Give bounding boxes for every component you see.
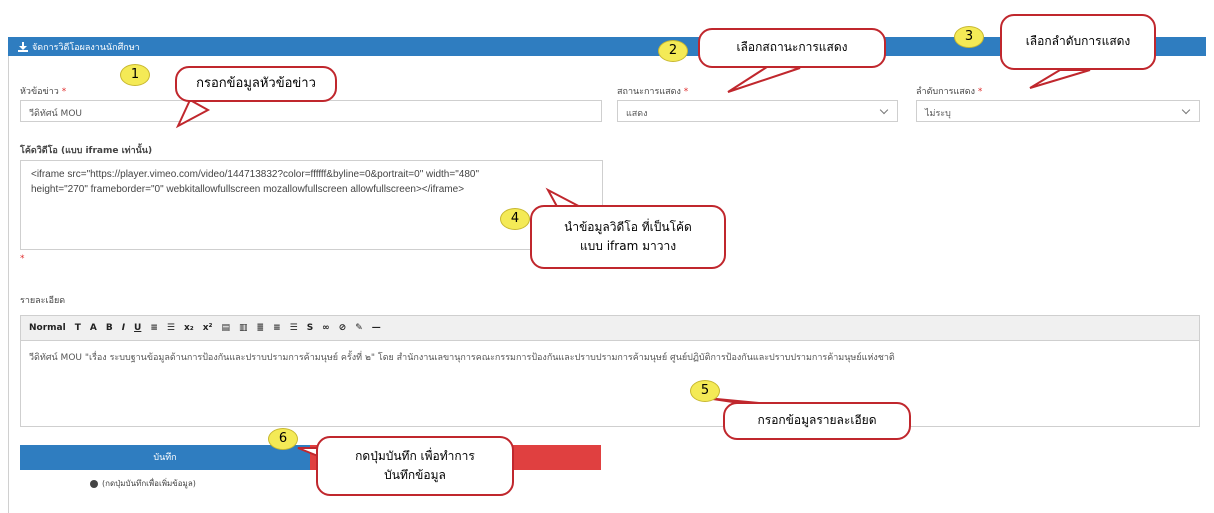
step-badge-1: 1	[120, 64, 150, 86]
detail-label: รายละเอียด	[20, 296, 66, 306]
download-icon	[18, 42, 28, 52]
callout-4: นำข้อมูลวิดีโอ ที่เป็นโค้ด แบบ ifram มาว…	[530, 205, 726, 269]
step-badge-4: 4	[500, 208, 530, 230]
required-mark: *	[977, 87, 983, 97]
headline-input[interactable]: วีดิทัศน์ MOU	[20, 100, 602, 122]
status-value: แสดง	[626, 109, 648, 119]
toolbar-button[interactable]: x₂	[184, 323, 194, 333]
panel-title: จัดการวิดีโอผลงานนักศึกษา	[18, 40, 140, 54]
toolbar-button[interactable]: ✎	[355, 323, 363, 333]
save-button[interactable]: บันทึก	[20, 445, 310, 470]
callout-3-text: เลือกลำดับการแสดง	[1025, 34, 1131, 49]
callout-2: เลือกสถานะการแสดง	[698, 28, 886, 68]
callout-5-text: กรอกข้อมูลรายละเอียด	[757, 413, 877, 428]
order-label-text: ลำดับการแสดง	[916, 87, 975, 97]
callout-6-line1: กดปุ่มบันทึก เพื่อทำการ	[355, 448, 475, 463]
callout-6: กดปุ่มบันทึก เพื่อทำการ บันทึกข้อมูล	[316, 436, 514, 496]
step-badge-2: 2	[658, 40, 688, 62]
panel-title-text: จัดการวิดีโอผลงานนักศึกษา	[32, 43, 140, 53]
callout-1: กรอกข้อมูลหัวข้อข่าว	[175, 66, 337, 102]
callout-3-tail	[1029, 69, 1091, 89]
step-badge-6: 6	[268, 428, 298, 450]
callout-3: เลือกลำดับการแสดง	[1000, 14, 1156, 70]
chevron-down-icon	[1181, 105, 1191, 115]
toolbar-button[interactable]: S	[307, 323, 313, 333]
callout-6-line2: บันทึกข้อมูล	[384, 468, 446, 482]
callout-2-text: เลือกสถานะการแสดง	[736, 40, 848, 55]
step-badge-3: 3	[954, 26, 984, 48]
info-icon	[90, 479, 98, 488]
required-mark: *	[20, 254, 25, 264]
format-select[interactable]: Normal	[29, 323, 66, 333]
status-select[interactable]: แสดง	[617, 100, 898, 122]
step-badge-5: 5	[690, 380, 720, 402]
chevron-down-icon	[879, 105, 889, 115]
toolbar-button[interactable]: T	[75, 323, 81, 333]
editor-toolbar: Normal T A B I U ≡ ☰ x₂ x² ▤ ▥ ≣ ≡ ☰ S ∞…	[21, 316, 1199, 341]
video-code-textarea[interactable]: <iframe src="https://player.vimeo.com/vi…	[20, 160, 603, 250]
toolbar-button[interactable]: ☰	[290, 323, 298, 333]
callout-4-line2: แบบ ifram มาวาง	[579, 239, 677, 253]
toolbar-button[interactable]: ▤	[221, 323, 230, 333]
video-label: โค้ดวิดีโอ (แบบ iframe เท่านั้น)	[20, 146, 153, 156]
required-mark: *	[61, 87, 67, 97]
order-value: ไม่ระบุ	[925, 109, 951, 119]
toolbar-button[interactable]: —	[372, 323, 381, 333]
required-mark: *	[683, 87, 689, 97]
callout-5: กรอกข้อมูลรายละเอียด	[723, 402, 911, 440]
toolbar-button[interactable]: ☰	[167, 323, 175, 333]
toolbar-button[interactable]: A	[90, 323, 97, 333]
callout-2-tail	[727, 63, 801, 93]
toolbar-button[interactable]: B	[106, 323, 113, 333]
toolbar-button[interactable]: I	[122, 323, 125, 333]
status-label-text: สถานะการแสดง	[617, 87, 681, 97]
toolbar-button[interactable]: ≣	[257, 323, 265, 333]
save-note: (กดปุ่มบันทึกเพื่อเพิ่มข้อมูล)	[90, 477, 196, 490]
status-label: สถานะการแสดง *	[617, 84, 688, 98]
callout-1-text: กรอกข้อมูลหัวข้อข่าว	[196, 75, 316, 91]
toolbar-button[interactable]: ∞	[322, 323, 330, 333]
callout-4-line1: นำข้อมูลวิดีโอ ที่เป็นโค้ด	[564, 219, 692, 234]
rich-text-editor[interactable]: Normal T A B I U ≡ ☰ x₂ x² ▤ ▥ ≣ ≡ ☰ S ∞…	[20, 315, 1200, 427]
editor-content[interactable]: วีดิทัศน์ MOU "เรื่อง ระบบฐานข้อมูลด้านก…	[21, 341, 1199, 373]
panel-border	[8, 56, 9, 513]
toolbar-button[interactable]: U	[134, 323, 141, 333]
headline-label-text: หัวข้อข่าว	[20, 87, 59, 97]
order-select[interactable]: ไม่ระบุ	[916, 100, 1200, 122]
toolbar-button[interactable]: x²	[203, 323, 213, 333]
save-note-text: (กดปุ่มบันทึกเพื่อเพิ่มข้อมูล)	[102, 479, 196, 488]
headline-value: วีดิทัศน์ MOU	[29, 109, 82, 119]
order-label: ลำดับการแสดง *	[916, 84, 982, 98]
headline-label: หัวข้อข่าว *	[20, 84, 66, 98]
toolbar-button[interactable]: ▥	[239, 323, 248, 333]
toolbar-button[interactable]: ≡	[150, 323, 158, 333]
toolbar-button[interactable]: ⊘	[339, 323, 347, 333]
toolbar-button[interactable]: ≡	[273, 323, 281, 333]
